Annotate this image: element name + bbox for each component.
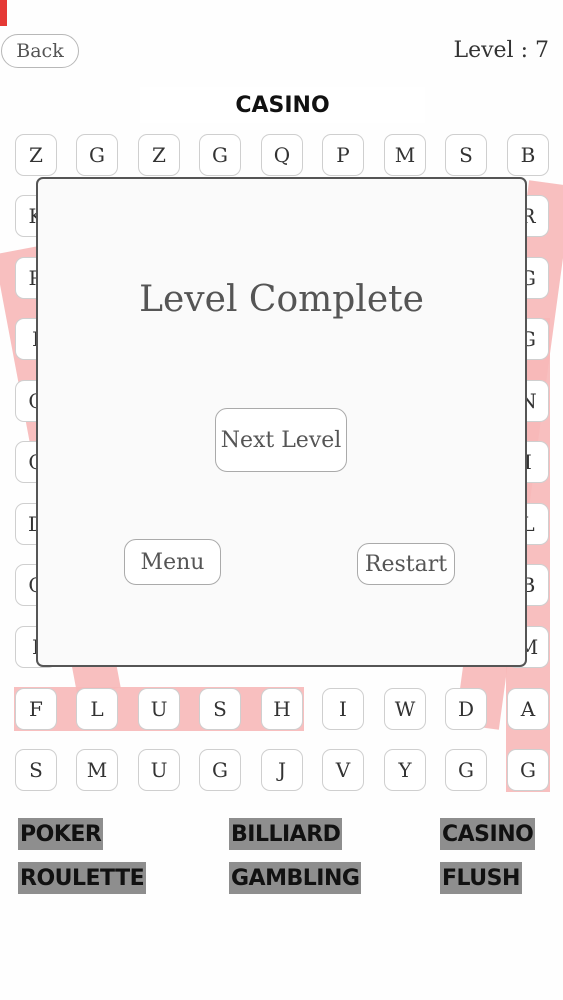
grid-cell[interactable]: J bbox=[261, 749, 303, 791]
grid-cell[interactable]: D bbox=[445, 688, 487, 730]
game-screen: Back Level : 7 CASINO ZGZGQPMSBKRRGIGCNC… bbox=[0, 0, 563, 1000]
grid-cell[interactable]: P bbox=[322, 134, 364, 176]
grid-cell[interactable]: G bbox=[199, 749, 241, 791]
dialog-title: Level Complete bbox=[139, 279, 424, 320]
grid-cell[interactable]: Z bbox=[15, 134, 57, 176]
grid-cell[interactable]: G bbox=[199, 134, 241, 176]
found-word: POKER bbox=[18, 818, 104, 850]
next-level-button[interactable]: Next Level bbox=[215, 408, 347, 472]
grid-cell[interactable]: M bbox=[384, 134, 426, 176]
found-word: GAMBLING bbox=[229, 862, 362, 894]
grid-cell[interactable]: M bbox=[76, 749, 118, 791]
level-complete-dialog: Level Complete Next Level Menu Restart bbox=[36, 177, 527, 667]
grid-cell[interactable]: V bbox=[322, 749, 364, 791]
grid-cell[interactable]: G bbox=[445, 749, 487, 791]
grid-cell[interactable]: Q bbox=[261, 134, 303, 176]
grid-cell[interactable]: Z bbox=[138, 134, 180, 176]
grid-cell[interactable]: U bbox=[138, 749, 180, 791]
grid-cell[interactable]: W bbox=[384, 688, 426, 730]
grid-cell[interactable]: L bbox=[76, 688, 118, 730]
grid-cell[interactable]: B bbox=[507, 134, 549, 176]
grid-cell[interactable]: I bbox=[322, 688, 364, 730]
grid-cell[interactable]: G bbox=[507, 749, 549, 791]
grid-cell[interactable]: Y bbox=[384, 749, 426, 791]
restart-button[interactable]: Restart bbox=[357, 543, 455, 585]
grid-cell[interactable]: A bbox=[507, 688, 549, 730]
grid-cell[interactable]: U bbox=[138, 688, 180, 730]
grid-cell[interactable]: S bbox=[199, 688, 241, 730]
grid-cell[interactable]: H bbox=[261, 688, 303, 730]
grid-cell[interactable]: G bbox=[76, 134, 118, 176]
found-word: FLUSH bbox=[440, 862, 522, 894]
grid-cell[interactable]: S bbox=[15, 749, 57, 791]
grid-cell[interactable]: S bbox=[445, 134, 487, 176]
found-word: CASINO bbox=[440, 818, 536, 850]
found-word: BILLIARD bbox=[229, 818, 343, 850]
grid-cell[interactable]: F bbox=[15, 688, 57, 730]
menu-button[interactable]: Menu bbox=[124, 539, 221, 585]
found-word: ROULETTE bbox=[18, 862, 147, 894]
